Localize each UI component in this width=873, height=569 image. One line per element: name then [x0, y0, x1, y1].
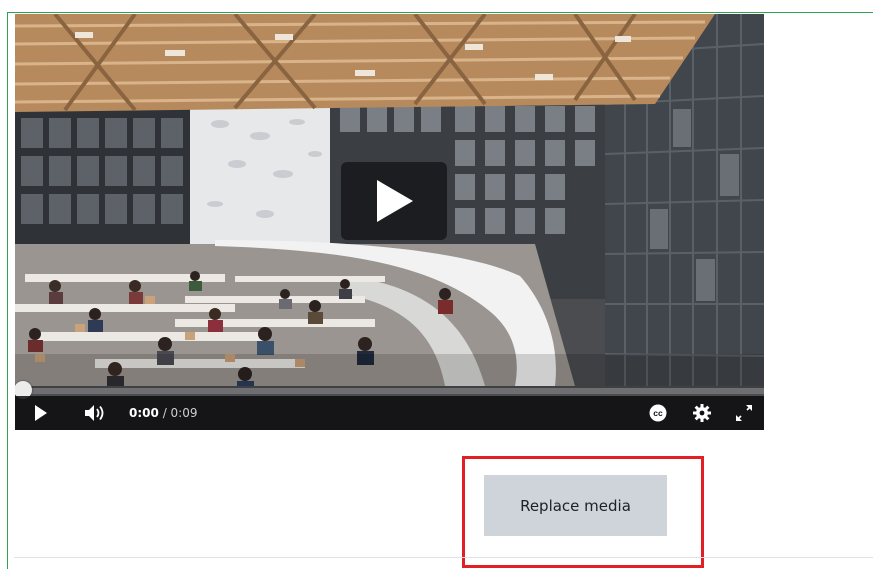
fullscreen-button[interactable]: [733, 396, 755, 430]
fullscreen-icon: [736, 405, 752, 421]
volume-button[interactable]: [83, 396, 109, 430]
big-play-button[interactable]: [341, 162, 447, 240]
video-player[interactable]: 0:00 / 0:09 cc: [15, 14, 764, 430]
play-icon: [35, 405, 47, 421]
divider: [14, 557, 873, 558]
duration: / 0:09: [162, 406, 198, 420]
captions-button[interactable]: cc: [647, 396, 669, 430]
captions-icon: cc: [649, 404, 667, 422]
play-icon: [377, 180, 413, 222]
play-button[interactable]: [29, 396, 53, 430]
settings-button[interactable]: [691, 396, 713, 430]
control-bar: 0:00 / 0:09 cc: [15, 396, 764, 430]
replace-media-button[interactable]: Replace media: [484, 475, 667, 536]
svg-text:cc: cc: [653, 408, 663, 418]
time-display: 0:00 / 0:09: [129, 396, 198, 430]
volume-icon: [85, 405, 104, 421]
progress-bar[interactable]: [15, 388, 764, 394]
current-time: 0:00: [129, 406, 159, 420]
gear-icon: [693, 404, 711, 422]
